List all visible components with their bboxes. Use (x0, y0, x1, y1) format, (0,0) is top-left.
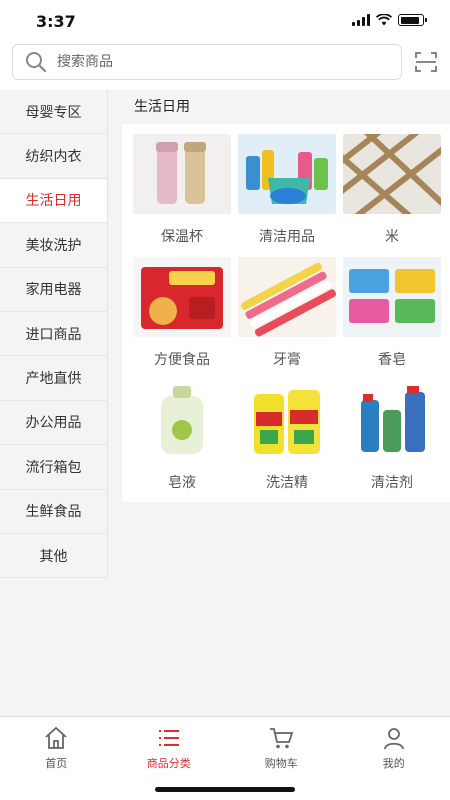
sidebar-item-fresh-food[interactable]: 生鲜食品 (0, 489, 107, 534)
tab-label: 我的 (382, 757, 405, 770)
product-item-thermos[interactable]: 保温杯 (133, 134, 231, 246)
product-name: 牙膏 (273, 352, 301, 368)
product-item-liquid-soap[interactable]: 皂液 (133, 380, 231, 492)
sidebar-item-textile-underwear[interactable]: 纺织内衣 (0, 134, 107, 179)
sidebar-item-bags[interactable]: 流行箱包 (0, 445, 107, 490)
product-name: 方便食品 (154, 352, 210, 368)
cleaning-supplies-image (238, 134, 336, 214)
home-indicator (155, 787, 295, 792)
sidebar-item-home-appliances[interactable]: 家用电器 (0, 267, 107, 312)
sidebar-item-imported[interactable]: 进口商品 (0, 311, 107, 357)
tab-label: 商品分类 (146, 757, 191, 770)
sidebar-item-beauty-care[interactable]: 美妆洗护 (0, 223, 107, 268)
cellular-signal-icon (352, 14, 370, 26)
instant-noodles-image (133, 257, 231, 337)
thermos-image (133, 134, 231, 214)
cleaner-image (343, 380, 441, 460)
product-item-cleaner[interactable]: 清洁剂 (343, 380, 441, 492)
status-bar: 3:37 (0, 0, 450, 44)
search-icon (26, 52, 47, 73)
product-name: 清洁剂 (371, 475, 413, 491)
product-name: 保温杯 (161, 229, 203, 245)
cart-icon (270, 728, 294, 749)
product-item-cleaning-supplies[interactable]: 清洁用品 (238, 134, 336, 246)
category-sidebar: 母婴专区 纺织内衣 生活日用 美妆洗护 家用电器 进口商品 产地直供 办公用品 … (0, 90, 108, 579)
category-list-icon (158, 730, 179, 746)
wifi-icon (376, 14, 392, 26)
product-name: 皂液 (168, 475, 196, 491)
tab-profile[interactable]: 我的 (338, 717, 450, 800)
soap-image (343, 257, 441, 337)
search-input[interactable] (57, 54, 357, 70)
status-icons (352, 14, 427, 26)
tab-home[interactable]: 首页 (0, 717, 113, 800)
rice-image (336, 126, 446, 222)
product-item-dish-detergent[interactable]: 洗洁精 (238, 380, 336, 492)
product-item-instant-food[interactable]: 方便食品 (133, 257, 231, 369)
sidebar-item-origin-direct[interactable]: 产地直供 (0, 356, 107, 401)
sidebar-item-office-supplies[interactable]: 办公用品 (0, 400, 107, 446)
status-time: 3:37 (36, 12, 76, 31)
product-name: 香皂 (378, 352, 406, 368)
sidebar-item-other[interactable]: 其他 (0, 533, 107, 579)
scan-icon[interactable] (414, 50, 438, 74)
tab-label: 首页 (45, 757, 68, 770)
search-row (0, 44, 450, 90)
battery-icon (398, 14, 427, 26)
product-grid: 保温杯 清洁用品 米 方便食品 牙膏 香皂 皂液 洗洁精 清洁剂 (122, 124, 450, 502)
search-box[interactable] (12, 44, 402, 80)
liquid-soap-image (133, 380, 231, 460)
product-item-rice[interactable]: 米 (336, 126, 446, 246)
sidebar-item-daily-goods[interactable]: 生活日用 (0, 178, 107, 224)
user-icon (383, 728, 404, 750)
product-item-toothpaste[interactable]: 牙膏 (238, 257, 337, 369)
product-name: 洗洁精 (266, 475, 308, 491)
product-item-soap[interactable]: 香皂 (343, 257, 441, 369)
battery-fill (400, 16, 420, 24)
tab-label: 购物车 (264, 757, 298, 770)
toothpaste-image (238, 257, 337, 337)
dish-detergent-image (238, 380, 336, 460)
category-content: 生活日用 保温杯 清洁用品 米 方便食品 牙膏 香皂 皂液 洗洁精 清洁剂 (120, 90, 450, 502)
product-name: 清洁用品 (259, 229, 315, 245)
product-name: 米 (385, 229, 399, 245)
sidebar-item-maternal-baby[interactable]: 母婴专区 (0, 90, 107, 135)
category-title: 生活日用 (120, 90, 450, 124)
home-icon (45, 726, 67, 749)
